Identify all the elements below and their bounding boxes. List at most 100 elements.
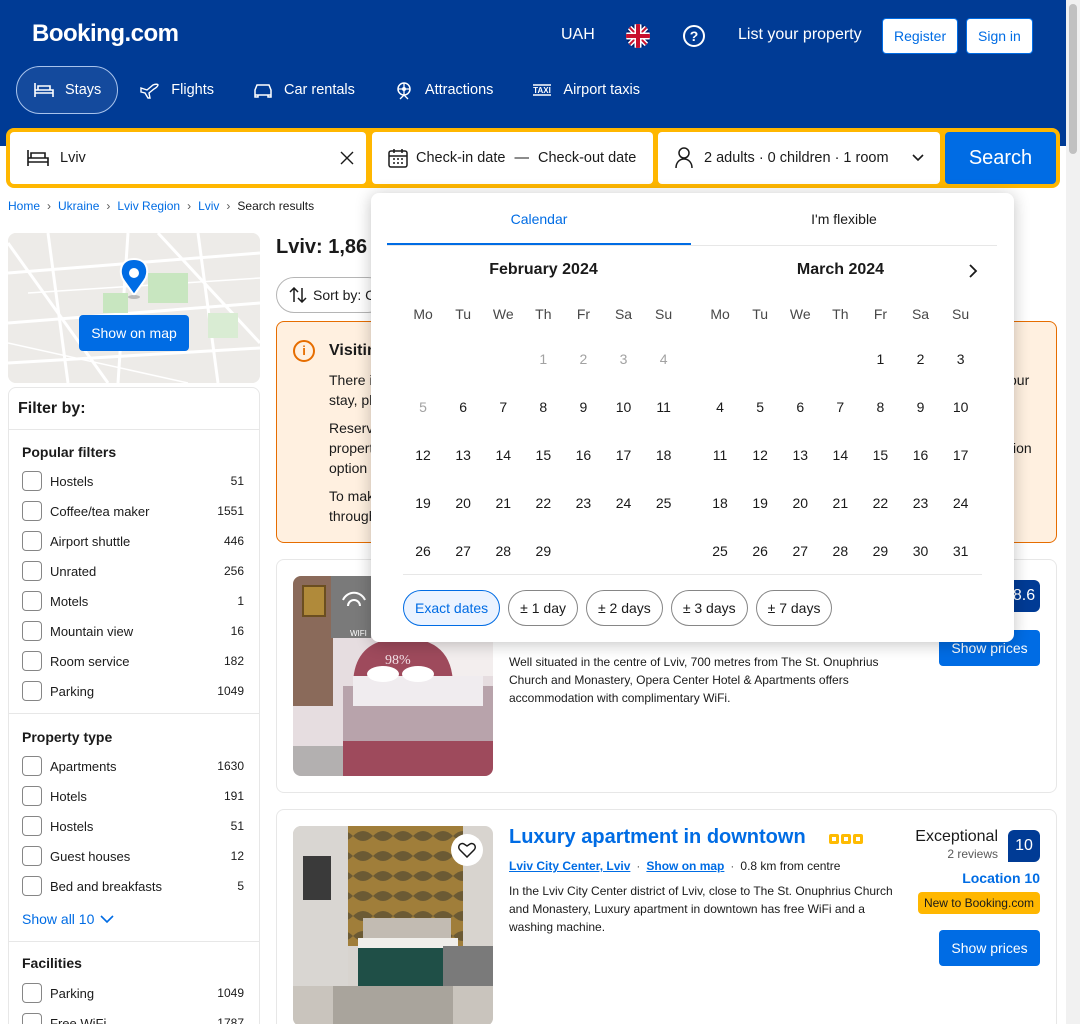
location-link[interactable]: Lviv City Center, Lviv [509,859,630,873]
checkbox[interactable] [22,786,42,806]
calendar-day[interactable]: 10 [603,399,643,415]
calendar-day[interactable]: 25 [644,495,684,511]
filter-airport-shuttle[interactable]: Airport shuttle 446 [22,531,244,551]
checkbox[interactable] [22,983,42,1003]
uk-flag-icon[interactable] [626,24,650,48]
tab-flexible[interactable]: I'm flexible [692,193,996,245]
calendar-day[interactable]: 2 [900,351,940,367]
list-property-link[interactable]: List your property [738,26,862,44]
calendar-day[interactable]: 24 [941,495,981,511]
show-on-map-button[interactable]: Show on map [79,315,189,351]
calendar-day[interactable]: 11 [644,399,684,415]
breadcrumb-home[interactable]: Home [8,199,40,213]
property-name[interactable]: Luxury apartment in downtown [509,826,806,849]
calendar-day[interactable]: 1 [860,351,900,367]
calendar-day[interactable]: 21 [483,495,523,511]
calendar-day[interactable]: 7 [483,399,523,415]
scrollbar-thumb[interactable] [1069,4,1077,154]
destination-field[interactable]: Lviv [10,132,366,184]
breadcrumb-lviv[interactable]: Lviv [198,199,219,213]
checkbox[interactable] [22,621,42,641]
guests-field[interactable]: 2 adults · 0 children · 1 room [658,132,940,184]
flex-days-chip[interactable]: ± 1 day [508,590,578,626]
clear-icon[interactable] [340,151,354,165]
next-month-button[interactable] [961,259,985,283]
checkbox[interactable] [22,471,42,491]
booking-logo[interactable]: Booking.com [32,20,179,48]
checkbox[interactable] [22,561,42,581]
checkbox[interactable] [22,681,42,701]
checkbox[interactable] [22,756,42,776]
help-icon[interactable]: ? [683,25,705,47]
calendar-day[interactable]: 22 [860,495,900,511]
scrollbar[interactable] [1066,0,1080,1024]
calendar-day[interactable]: 7 [820,399,860,415]
calendar-day[interactable]: 17 [603,447,643,463]
register-button[interactable]: Register [882,18,959,54]
calendar-day[interactable]: 15 [523,447,563,463]
calendar-day[interactable]: 26 [403,543,443,559]
calendar-day[interactable]: 4 [700,399,740,415]
checkbox[interactable] [22,591,42,611]
calendar-day[interactable]: 27 [780,543,820,559]
flex-days-chip[interactable]: ± 2 days [585,590,663,626]
calendar-day[interactable]: 24 [603,495,643,511]
filter-room-service[interactable]: Room service 182 [22,651,244,671]
filter-bed-and-breakfasts[interactable]: Bed and breakfasts 5 [22,876,244,896]
flex-days-chip[interactable]: ± 7 days [755,590,833,626]
filter-guest-houses[interactable]: Guest houses 12 [22,846,244,866]
search-button[interactable]: Search [945,132,1056,184]
sort-button[interactable]: Sort by: C [276,277,386,313]
show-all-property-types-link[interactable]: Show all 10 [22,911,114,927]
calendar-day[interactable]: 28 [820,543,860,559]
sign-in-button[interactable]: Sign in [966,18,1033,54]
filter-apartments[interactable]: Apartments 1630 [22,756,244,776]
filter-unrated[interactable]: Unrated 256 [22,561,244,581]
exact-dates-chip[interactable]: Exact dates [403,590,501,626]
calendar-day[interactable]: 27 [443,543,483,559]
nav-attractions[interactable]: Attractions [376,66,511,114]
calendar-day[interactable]: 25 [700,543,740,559]
calendar-day[interactable]: 12 [403,447,443,463]
nav-car-rentals[interactable]: Car rentals [235,66,372,114]
dates-field[interactable]: Check-in date — Check-out date [372,132,653,184]
calendar-day[interactable]: 10 [941,399,981,415]
calendar-day[interactable]: 9 [900,399,940,415]
breadcrumb-ukraine[interactable]: Ukraine [58,199,99,213]
nav-flights[interactable]: Flights [122,66,231,114]
calendar-day[interactable]: 15 [860,447,900,463]
filter-hostels[interactable]: Hostels 51 [22,471,244,491]
flex-days-chip[interactable]: ± 3 days [670,590,748,626]
calendar-day[interactable]: 3 [941,351,981,367]
show-prices-button[interactable]: Show prices [939,930,1040,966]
calendar-day[interactable]: 21 [820,495,860,511]
calendar-day[interactable]: 26 [740,543,780,559]
filter-free-wifi[interactable]: Free WiFi 1787 [22,1013,244,1024]
filter-hostels-type[interactable]: Hostels 51 [22,816,244,836]
checkbox[interactable] [22,1013,42,1024]
calendar-day[interactable]: 22 [523,495,563,511]
filter-parking[interactable]: Parking 1049 [22,681,244,701]
show-on-map-link[interactable]: Show on map [646,859,724,873]
calendar-day[interactable]: 23 [563,495,603,511]
calendar-day[interactable]: 28 [483,543,523,559]
calendar-day[interactable]: 29 [523,543,563,559]
nav-stays[interactable]: Stays [16,66,119,114]
calendar-day[interactable]: 20 [443,495,483,511]
calendar-day[interactable]: 12 [740,447,780,463]
checkbox[interactable] [22,876,42,896]
checkbox[interactable] [22,651,42,671]
calendar-day[interactable]: 9 [563,399,603,415]
checkin-label[interactable]: Check-in date [416,150,505,166]
calendar-day[interactable]: 31 [941,543,981,559]
calendar-day[interactable]: 14 [483,447,523,463]
checkbox[interactable] [22,501,42,521]
calendar-day[interactable]: 14 [820,447,860,463]
calendar-day[interactable]: 13 [443,447,483,463]
calendar-day[interactable]: 29 [860,543,900,559]
calendar-day[interactable]: 18 [700,495,740,511]
checkbox[interactable] [22,816,42,836]
calendar-day[interactable]: 13 [780,447,820,463]
checkbox[interactable] [22,531,42,551]
favorite-button[interactable] [451,834,483,866]
